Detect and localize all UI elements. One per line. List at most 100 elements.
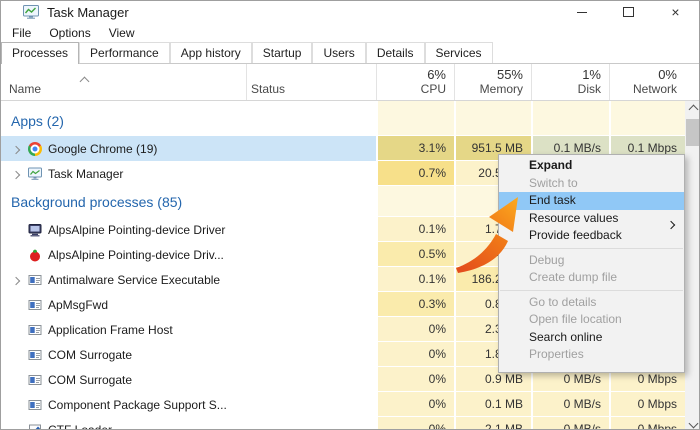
window-icon: [28, 348, 42, 362]
column-status[interactable]: Status: [251, 82, 285, 96]
menu-item-switch-to: Switch to: [499, 175, 684, 193]
menu-item-properties: Properties: [499, 346, 684, 364]
menu-item-resource-values[interactable]: Resource values: [499, 210, 684, 228]
process-name: Task Manager: [48, 167, 123, 181]
column-header: Name Status 6%CPU55%Memory1%Disk0%Networ…: [1, 64, 699, 101]
group-label: Background processes (85): [11, 194, 182, 210]
column-disk[interactable]: 1%Disk: [531, 64, 609, 100]
cpu-cell: 0.1%: [376, 217, 454, 242]
menu-item-go-to-details: Go to details: [499, 294, 684, 312]
mem-cell: 0.1 MB: [454, 392, 531, 417]
expander-chevron-icon[interactable]: [13, 140, 19, 158]
disk-cell: 0 MB/s: [531, 392, 609, 417]
net-cell: 0 Mbps: [609, 417, 685, 430]
window-icon: [28, 398, 42, 412]
window-title: Task Manager: [47, 5, 129, 20]
column-divider: [246, 64, 247, 100]
menu-item-search-online[interactable]: Search online: [499, 329, 684, 347]
scroll-up-button[interactable]: [685, 101, 700, 117]
menu-item-expand[interactable]: Expand: [499, 157, 684, 175]
menu-separator: [500, 290, 683, 291]
tab-performance[interactable]: Performance: [79, 42, 170, 63]
net-cell: 0 Mbps: [609, 392, 685, 417]
cpu-cell: [376, 186, 454, 217]
process-name: COM Surrogate: [48, 348, 132, 362]
minimize-button[interactable]: [558, 1, 605, 23]
vertical-scrollbar[interactable]: [685, 101, 700, 430]
cpu-total-percent: 6%: [427, 67, 446, 82]
group-row[interactable]: Apps (2): [1, 101, 685, 136]
network-total-percent: 0%: [658, 67, 677, 82]
cpu-cell: 0%: [376, 317, 454, 342]
network-column-label: Network: [633, 82, 677, 96]
process-row[interactable]: CTF Loader 0%2.1 MB0 MB/s0 Mbps: [1, 417, 685, 430]
process-name: Google Chrome (19): [48, 142, 157, 156]
scrollbar-thumb[interactable]: [686, 119, 700, 146]
expander-chevron-icon[interactable]: [13, 271, 19, 289]
window-controls: ×: [558, 1, 699, 23]
menu-item-open-file-location: Open file location: [499, 311, 684, 329]
tab-startup[interactable]: Startup: [252, 42, 313, 63]
title-bar: Task Manager ×: [1, 1, 699, 23]
cpu-cell: 0.3%: [376, 292, 454, 317]
cpu-cell: 0.7%: [376, 161, 454, 186]
process-name: CTF Loader: [48, 423, 112, 430]
column-divider: [454, 64, 455, 100]
tab-details[interactable]: Details: [366, 42, 425, 63]
task-manager-window: Task Manager × FileOptionsView Processes…: [0, 0, 700, 430]
process-name: ApMsgFwd: [48, 298, 108, 312]
chrome-icon: [28, 142, 42, 156]
group-label: Apps (2): [11, 113, 64, 129]
chevron-up-icon: [688, 104, 698, 114]
mem-cell: 2.1 MB: [454, 417, 531, 430]
menubar-item-view[interactable]: View: [100, 26, 144, 40]
column-divider: [531, 64, 532, 100]
cpu-cell: 0%: [376, 367, 454, 392]
process-row[interactable]: Component Package Support S...0%0.1 MB0 …: [1, 392, 685, 417]
menu-separator: [500, 248, 683, 249]
process-name: Antimalware Service Executable: [48, 273, 220, 287]
window-icon: [28, 323, 42, 337]
column-divider: [609, 64, 610, 100]
memory-column-label: Memory: [480, 82, 523, 96]
column-memory[interactable]: 55%Memory: [454, 64, 531, 100]
context-menu: ExpandSwitch toEnd taskResource valuesPr…: [498, 154, 685, 373]
window-icon: [28, 298, 42, 312]
menubar-item-options[interactable]: Options: [40, 26, 99, 40]
process-name: Application Frame Host: [48, 323, 173, 337]
cpu-cell: 0%: [376, 342, 454, 367]
disk-cell: [531, 101, 609, 136]
disk-total-percent: 1%: [582, 67, 601, 82]
menubar-item-file[interactable]: File: [3, 26, 40, 40]
tab-services[interactable]: Services: [425, 42, 493, 63]
column-cpu[interactable]: 6%CPU: [376, 64, 454, 100]
column-network[interactable]: 0%Network: [609, 64, 685, 100]
cpu-cell: 0%: [376, 392, 454, 417]
window-icon: [28, 373, 42, 387]
close-icon: ×: [671, 5, 679, 19]
ctf-icon: [28, 423, 42, 430]
scroll-down-button[interactable]: [685, 415, 700, 430]
disk-cell: 0 MB/s: [531, 417, 609, 430]
monitor-icon: [28, 223, 42, 237]
tab-app-history[interactable]: App history: [170, 42, 252, 63]
process-name: Component Package Support S...: [48, 398, 227, 412]
process-name: COM Surrogate: [48, 373, 132, 387]
cpu-cell: 0%: [376, 417, 454, 430]
tab-users[interactable]: Users: [312, 42, 365, 63]
maximize-button[interactable]: [605, 1, 652, 23]
menu-bar: FileOptionsView: [1, 23, 699, 43]
close-button[interactable]: ×: [652, 1, 699, 23]
pointing-device-icon: [28, 248, 42, 262]
expander-chevron-icon[interactable]: [13, 165, 19, 183]
taskmgr-icon: [28, 167, 42, 181]
menu-item-provide-feedback[interactable]: Provide feedback: [499, 227, 684, 245]
column-name[interactable]: Name: [9, 82, 41, 96]
cpu-cell: [376, 101, 454, 136]
cpu-column-label: CPU: [421, 82, 446, 96]
process-name: AlpsAlpine Pointing-device Driv...: [48, 248, 224, 262]
process-name: AlpsAlpine Pointing-device Driver: [48, 223, 225, 237]
menu-item-end-task[interactable]: End task: [499, 192, 684, 210]
tab-processes[interactable]: Processes: [1, 42, 79, 64]
tab-bar: ProcessesPerformanceApp historyStartupUs…: [1, 43, 699, 64]
